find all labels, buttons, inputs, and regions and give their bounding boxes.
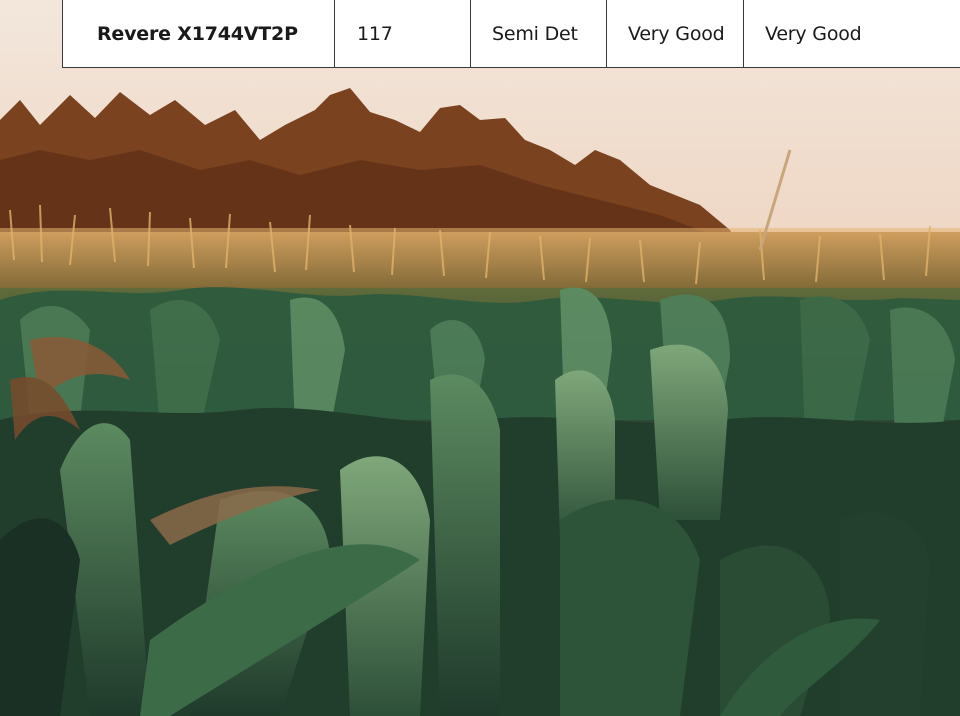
- rating-cell-2: Very Good: [765, 22, 862, 45]
- page: Revere X1744VT2P 117 Semi Det Very Good …: [0, 0, 960, 716]
- hybrid-table-row: Revere X1744VT2P 117 Semi Det Very Good …: [62, 0, 960, 68]
- cornfield-photo: [0, 0, 960, 716]
- relative-maturity-cell: 117: [335, 0, 471, 67]
- rating-cell-1: Very Good: [607, 0, 744, 67]
- hybrid-name-cell: Revere X1744VT2P: [63, 0, 335, 67]
- plant-type-cell: Semi Det: [471, 0, 607, 67]
